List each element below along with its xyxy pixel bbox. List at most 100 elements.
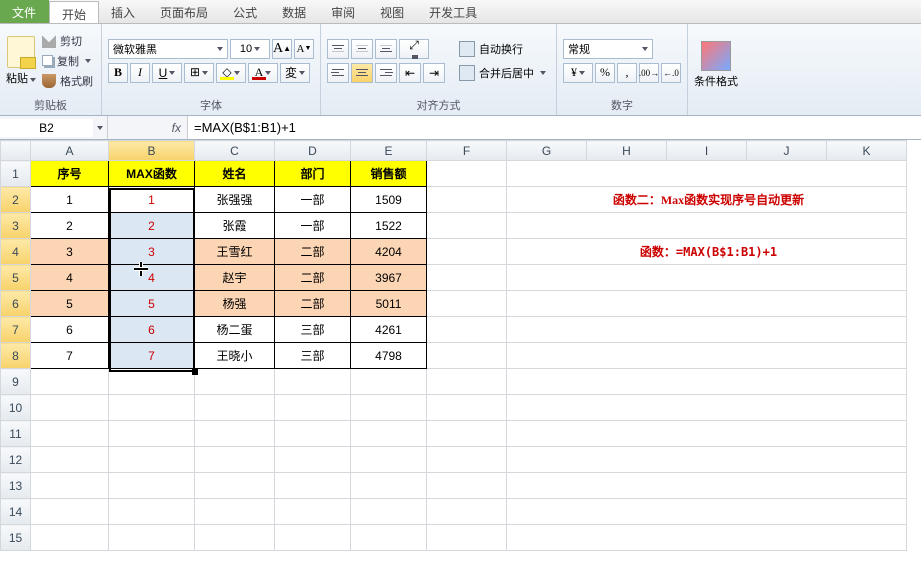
tab-data[interactable]: 数据	[270, 0, 319, 23]
cell[interactable]: 7	[109, 343, 195, 369]
cell[interactable]: 二部	[275, 265, 351, 291]
cell[interactable]	[427, 317, 507, 343]
cell[interactable]: 部门	[275, 161, 351, 187]
cell[interactable]: 赵宇	[195, 265, 275, 291]
align-top-button[interactable]	[327, 39, 349, 59]
note-text-1[interactable]: 函数二：Max函数实现序号自动更新	[507, 187, 907, 213]
row-header-8[interactable]: 8	[1, 343, 31, 369]
bold-button[interactable]: B	[108, 63, 128, 83]
cell[interactable]	[195, 473, 275, 499]
paste-icon[interactable]	[7, 36, 35, 68]
cell[interactable]: 6	[31, 317, 109, 343]
cell[interactable]	[427, 343, 507, 369]
cell[interactable]	[427, 265, 507, 291]
cell[interactable]	[31, 473, 109, 499]
row-header-9[interactable]: 9	[1, 369, 31, 395]
fill-color-button[interactable]: ◇	[216, 63, 246, 83]
tab-insert[interactable]: 插入	[99, 0, 148, 23]
row-header-3[interactable]: 3	[1, 213, 31, 239]
cell[interactable]	[351, 395, 427, 421]
cell[interactable]	[109, 395, 195, 421]
cell[interactable]	[427, 239, 507, 265]
percent-button[interactable]: %	[595, 63, 615, 83]
cell[interactable]: 1	[31, 187, 109, 213]
col-header-c[interactable]: C	[195, 141, 275, 161]
name-box[interactable]	[0, 116, 108, 139]
indent-increase-button[interactable]: ⇥	[423, 63, 445, 83]
row-header-4[interactable]: 4	[1, 239, 31, 265]
cut-button[interactable]: 剪切	[40, 32, 95, 50]
grid[interactable]: A B C D E F G H I J K 1 序号 MAX函数 姓名 部门 销…	[0, 140, 921, 551]
cell[interactable]	[507, 291, 907, 317]
col-header-h[interactable]: H	[587, 141, 667, 161]
cell[interactable]: 杨强	[195, 291, 275, 317]
cell[interactable]	[109, 369, 195, 395]
paste-label[interactable]: 粘贴	[6, 70, 36, 86]
conditional-format-label[interactable]: 条件格式	[694, 73, 738, 89]
cell[interactable]	[507, 343, 907, 369]
cell[interactable]	[507, 161, 907, 187]
cell[interactable]: MAX函数	[109, 161, 195, 187]
tab-view[interactable]: 视图	[368, 0, 417, 23]
copy-button[interactable]: 复制	[40, 52, 95, 70]
cell-active[interactable]: 1	[109, 187, 195, 213]
border-button[interactable]: ⊞	[184, 63, 214, 83]
row-header-5[interactable]: 5	[1, 265, 31, 291]
cell[interactable]	[507, 317, 907, 343]
cell[interactable]	[507, 369, 907, 395]
increase-font-button[interactable]: A▲	[272, 39, 292, 59]
orientation-button[interactable]: ⤢	[399, 39, 429, 59]
cell[interactable]	[427, 187, 507, 213]
cell[interactable]: 三部	[275, 343, 351, 369]
name-box-input[interactable]	[0, 119, 93, 137]
cell[interactable]	[507, 395, 907, 421]
font-size-combo[interactable]: 10	[230, 39, 270, 59]
cell[interactable]: 1522	[351, 213, 427, 239]
cell[interactable]	[275, 473, 351, 499]
cell[interactable]	[427, 525, 507, 551]
cell[interactable]	[275, 395, 351, 421]
cell[interactable]: 王晓小	[195, 343, 275, 369]
cell[interactable]	[31, 499, 109, 525]
cell[interactable]: 3967	[351, 265, 427, 291]
row-header-11[interactable]: 11	[1, 421, 31, 447]
cell[interactable]	[195, 447, 275, 473]
align-right-button[interactable]	[375, 63, 397, 83]
col-header-e[interactable]: E	[351, 141, 427, 161]
col-header-i[interactable]: I	[667, 141, 747, 161]
cell[interactable]	[427, 213, 507, 239]
comma-button[interactable]: ,	[617, 63, 637, 83]
row-header-15[interactable]: 15	[1, 525, 31, 551]
cell[interactable]	[507, 447, 907, 473]
cell[interactable]	[275, 369, 351, 395]
col-header-d[interactable]: D	[275, 141, 351, 161]
cell[interactable]	[275, 525, 351, 551]
cell[interactable]: 5	[31, 291, 109, 317]
col-header-b[interactable]: B	[109, 141, 195, 161]
row-header-6[interactable]: 6	[1, 291, 31, 317]
italic-button[interactable]: I	[130, 63, 150, 83]
cell[interactable]	[109, 525, 195, 551]
tab-review[interactable]: 审阅	[319, 0, 368, 23]
cell[interactable]	[275, 447, 351, 473]
cell[interactable]	[507, 525, 907, 551]
tab-file[interactable]: 文件	[0, 0, 49, 23]
cell[interactable]	[275, 499, 351, 525]
cell[interactable]: 杨二蛋	[195, 317, 275, 343]
col-header-k[interactable]: K	[827, 141, 907, 161]
cell[interactable]	[427, 161, 507, 187]
underline-button[interactable]: U	[152, 63, 182, 83]
cell[interactable]	[427, 447, 507, 473]
font-color-button[interactable]: A	[248, 63, 278, 83]
cell[interactable]: 序号	[31, 161, 109, 187]
cell[interactable]	[109, 473, 195, 499]
row-header-7[interactable]: 7	[1, 317, 31, 343]
col-header-a[interactable]: A	[31, 141, 109, 161]
cell[interactable]	[195, 421, 275, 447]
row-header-2[interactable]: 2	[1, 187, 31, 213]
cell[interactable]: 张霞	[195, 213, 275, 239]
cell[interactable]: 二部	[275, 239, 351, 265]
cell[interactable]	[351, 525, 427, 551]
number-format-combo[interactable]: 常规	[563, 39, 653, 59]
cell[interactable]	[507, 499, 907, 525]
